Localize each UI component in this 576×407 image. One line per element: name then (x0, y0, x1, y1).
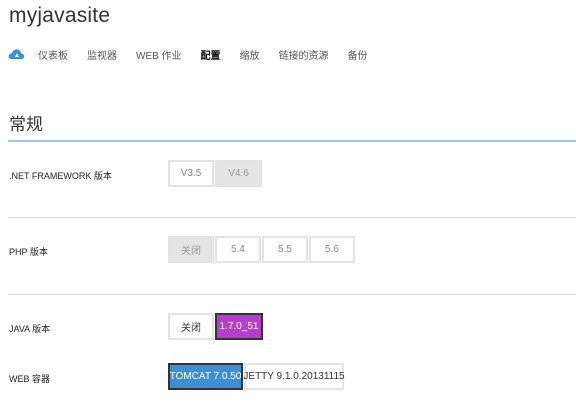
row-divider (8, 294, 576, 295)
php-label: PHP 版本 (9, 247, 48, 257)
php-selector: 关闭 5.4 5.5 5.6 (168, 236, 356, 263)
web-container-selector: TOMCAT 7.0.50 JETTY 9.1.0.20131115 (168, 363, 345, 390)
tab-scale[interactable]: 缩放 (240, 47, 260, 62)
tab-monitor[interactable]: 监视器 (87, 47, 117, 62)
tab-backups[interactable]: 备份 (348, 47, 368, 62)
row-divider (8, 217, 576, 218)
net-framework-selector: V3.5 V4.6 (168, 160, 263, 187)
section-divider (8, 140, 576, 142)
tab-webjobs[interactable]: WEB 作业 (136, 47, 182, 62)
net-option-v46[interactable]: V4.6 (215, 160, 262, 187)
php-option-55[interactable]: 5.5 (262, 236, 308, 263)
tab-configure[interactable]: 配置 (201, 47, 221, 62)
site-title: myjavasite (9, 4, 111, 27)
container-option-tomcat[interactable]: TOMCAT 7.0.50 (168, 363, 243, 390)
web-container-label: WEB 容器 (9, 374, 51, 384)
net-option-v35[interactable]: V3.5 (168, 160, 214, 187)
container-option-jetty[interactable]: JETTY 9.1.0.20131115 (243, 363, 345, 390)
net-framework-label: .NET FRAMEWORK 版本 (9, 171, 112, 181)
java-option-off[interactable]: 关闭 (168, 313, 214, 340)
java-option-1-7-0-51[interactable]: 1.7.0_51 (215, 313, 263, 340)
php-option-off[interactable]: 关闭 (168, 236, 214, 263)
cloud-icon[interactable] (8, 48, 25, 60)
java-label: JAVA 版本 (9, 324, 51, 334)
section-title: 常规 (9, 115, 43, 134)
tab-dashboard[interactable]: 仪表板 (38, 47, 68, 62)
nav-bar: 仪表板 监视器 WEB 作业 配置 缩放 链接的资源 备份 (8, 45, 387, 63)
app-window: myjavasite 仪表板 监视器 WEB 作业 配置 缩放 链接的资源 备份… (0, 0, 576, 407)
tab-linked-resources[interactable]: 链接的资源 (279, 47, 329, 62)
php-option-54[interactable]: 5.4 (215, 236, 261, 263)
php-option-56[interactable]: 5.6 (309, 236, 355, 263)
java-selector: 关闭 1.7.0_51 (168, 313, 264, 340)
